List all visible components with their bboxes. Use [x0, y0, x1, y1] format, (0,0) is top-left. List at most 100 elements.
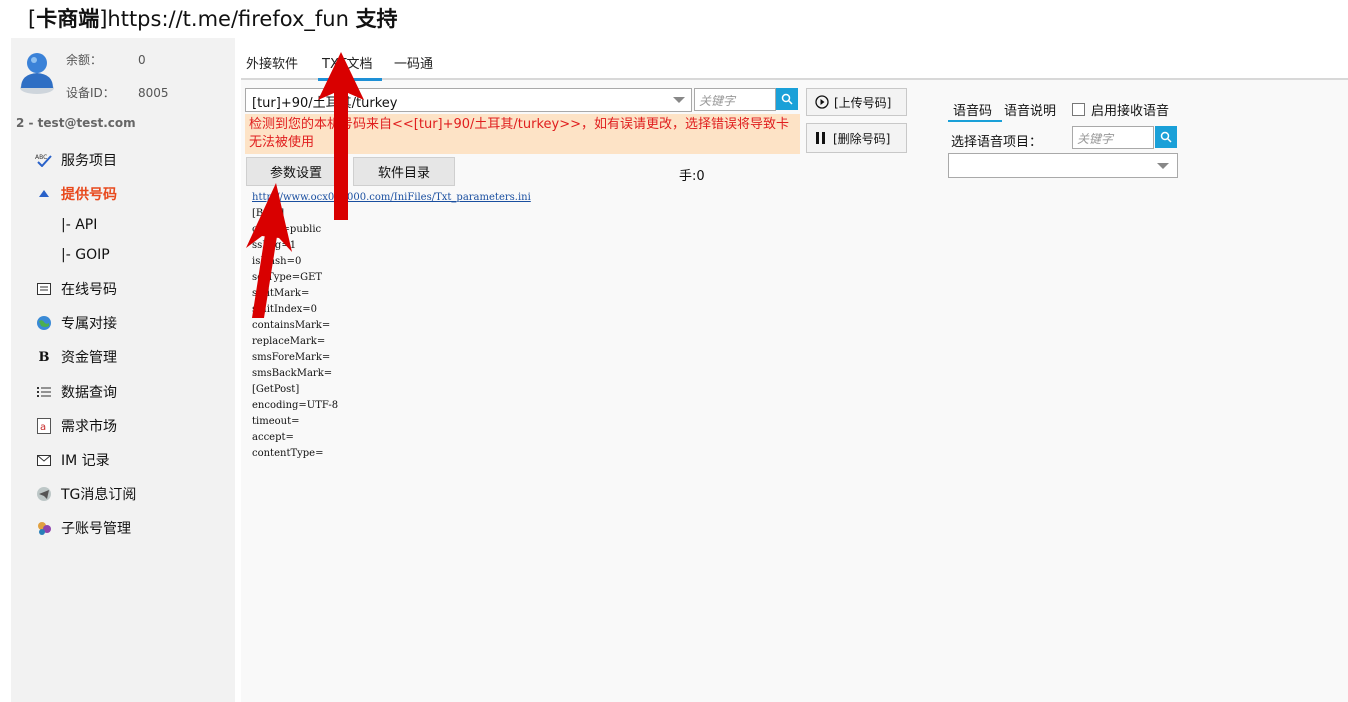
config-line: [GetPost]	[252, 384, 300, 395]
nav-item-im-records[interactable]: IM 记录	[33, 450, 110, 470]
title-link: ]https://t.me/firefox_fun	[99, 7, 356, 31]
nav-label-online-numbers: 在线号码	[61, 282, 117, 298]
nav-item-online-numbers[interactable]: 在线号码	[33, 279, 117, 299]
enable-voice-checkbox[interactable]	[1072, 103, 1085, 116]
search-icon	[781, 93, 793, 105]
config-line: splitMark=	[252, 288, 310, 299]
params-settings-button[interactable]: 参数设置	[246, 157, 346, 186]
avatar-icon	[20, 53, 54, 94]
chevron-down-icon	[1157, 163, 1169, 169]
warning-line-2: 无法被使用	[249, 135, 315, 150]
nav-label-im-records: IM 记录	[61, 453, 110, 469]
voice-keyword-placeholder: 关键字	[1077, 132, 1114, 146]
main-panel: 外接软件 TXT文档 一码通 [tur]+90/土耳其/turkey 关键字 检…	[241, 38, 1348, 702]
keyword-search-input[interactable]: 关键字	[694, 88, 776, 111]
nav-item-services[interactable]: ABC 服务项目	[33, 150, 117, 170]
balance-label: 余额：	[66, 53, 103, 67]
config-line: isHash=0	[252, 256, 302, 267]
tab-one-code[interactable]: 一码通	[394, 53, 433, 72]
user-account: 2 - test@test.com	[16, 116, 136, 130]
device-value: 8005	[138, 86, 169, 100]
globe-icon	[33, 315, 55, 331]
nav-label-funds: 资金管理	[61, 350, 117, 366]
nav-label-data-query: 数据查询	[61, 385, 117, 401]
delete-numbers-button[interactable]: [删除号码]	[806, 123, 907, 153]
config-line: codec=public	[252, 224, 322, 235]
window-title: [卡商端]https://t.me/firefox_fun 支持	[28, 3, 398, 33]
nav-item-tg-subscribe[interactable]: TG消息订阅	[33, 484, 136, 504]
config-text: http://www.ocx000000.com/IniFiles/Txt_pa…	[252, 190, 531, 462]
config-line: encoding=UTF-8	[252, 400, 339, 411]
nav-item-provide-numbers[interactable]: 提供号码	[33, 184, 117, 204]
envelope-icon	[33, 452, 55, 468]
telegram-icon	[33, 486, 55, 502]
voice-search-button[interactable]	[1155, 126, 1177, 148]
voice-tab-indicator	[948, 120, 1002, 122]
device-label: 设备ID：	[66, 86, 115, 100]
warning-line-1: 检测到您的本机号码来自<<[tur]+90/土耳其/turkey>>，如有误请更…	[249, 117, 790, 132]
up-arrow-icon	[33, 186, 55, 202]
config-line: smsBackMark=	[252, 368, 333, 379]
enable-voice-label: 启用接收语音	[1091, 104, 1170, 119]
balance-value: 0	[138, 53, 146, 67]
voice-select-label: 选择语音项目：	[951, 135, 1043, 150]
tab-bar: 外接软件 TXT文档 一码通	[241, 38, 1348, 81]
nav-sub-goip[interactable]: |- GOIP	[61, 247, 110, 263]
voice-project-select[interactable]	[948, 153, 1178, 178]
config-line: contentType=	[252, 448, 324, 459]
title-suffix: 支持	[355, 7, 398, 31]
config-line: containsMark=	[252, 320, 331, 331]
delete-numbers-label: [删除号码]	[833, 131, 891, 146]
counter-text: 手:0	[679, 169, 705, 184]
balance-row: 余额： 0	[66, 51, 146, 68]
nav-label-market: 需求市场	[61, 419, 117, 435]
pause-icon	[816, 132, 825, 144]
config-line: ssLog=1	[252, 240, 297, 251]
tab-external-software[interactable]: 外接软件	[246, 53, 298, 72]
bold-b-icon: B	[38, 349, 50, 365]
app-window: [卡商端]https://t.me/firefox_fun 支持 余额： 0 设备…	[0, 0, 1348, 702]
play-circle-icon	[815, 95, 829, 109]
tab-txt-document[interactable]: TXT文档	[322, 53, 373, 72]
list-card-icon	[33, 281, 55, 297]
nav-label-services: 服务项目	[61, 153, 117, 169]
config-line: accept=	[252, 432, 294, 443]
nav-label-sub-accounts: 子账号管理	[61, 521, 131, 537]
nav-item-dedicated[interactable]: 专属对接	[33, 313, 117, 333]
config-line: replaceMark=	[252, 336, 326, 347]
nav-item-market[interactable]: a 需求市场	[33, 416, 117, 436]
list-lines-icon	[33, 384, 55, 400]
nav-label-dedicated: 专属对接	[61, 316, 117, 332]
sidebar: 余额： 0 设备ID： 8005 2 - test@test.com ABC 服务项…	[11, 38, 235, 702]
warning-message: 检测到您的本机号码来自<<[tur]+90/土耳其/turkey>>，如有误请更…	[245, 114, 800, 154]
nav-item-funds[interactable]: B 资金管理	[33, 347, 118, 367]
search-icon	[1160, 131, 1172, 143]
config-line: [Base]	[252, 208, 285, 219]
config-line: setType=GET	[252, 272, 323, 283]
config-url-link[interactable]: http://www.ocx000000.com/IniFiles/Txt_pa…	[252, 192, 531, 203]
nav-item-sub-accounts[interactable]: 子账号管理	[33, 518, 131, 538]
project-select[interactable]: [tur]+90/土耳其/turkey	[245, 88, 692, 112]
title-app-name: 卡商端	[36, 7, 100, 31]
keyword-search-placeholder: 关键字	[699, 94, 736, 108]
upload-numbers-button[interactable]: [上传号码]	[806, 88, 907, 116]
nav-label-tg-subscribe: TG消息订阅	[61, 487, 137, 503]
nav-label-provide-numbers: 提供号码	[61, 187, 117, 203]
chevron-down-icon	[673, 97, 685, 103]
active-tab-indicator	[318, 78, 382, 81]
software-directory-button[interactable]: 软件目录	[353, 157, 455, 186]
tab-voice-code[interactable]: 语音码	[953, 100, 992, 119]
nav-item-data-query[interactable]: 数据查询	[33, 382, 117, 402]
abc-check-icon: ABC	[33, 152, 55, 168]
nav-sub-api[interactable]: |- API	[61, 217, 97, 233]
config-line: timeout=	[252, 416, 300, 427]
tab-voice-description[interactable]: 语音说明	[1004, 100, 1056, 119]
svg-text:a: a	[40, 422, 46, 433]
voice-keyword-input[interactable]: 关键字	[1072, 126, 1154, 149]
upload-numbers-label: [上传号码]	[834, 95, 892, 110]
project-select-value: [tur]+90/土耳其/turkey	[252, 96, 398, 111]
at-doc-icon: a	[33, 418, 55, 434]
title-bracket-open: [	[28, 7, 37, 31]
search-button[interactable]	[776, 88, 798, 110]
config-line: splitIndex=0	[252, 304, 318, 315]
